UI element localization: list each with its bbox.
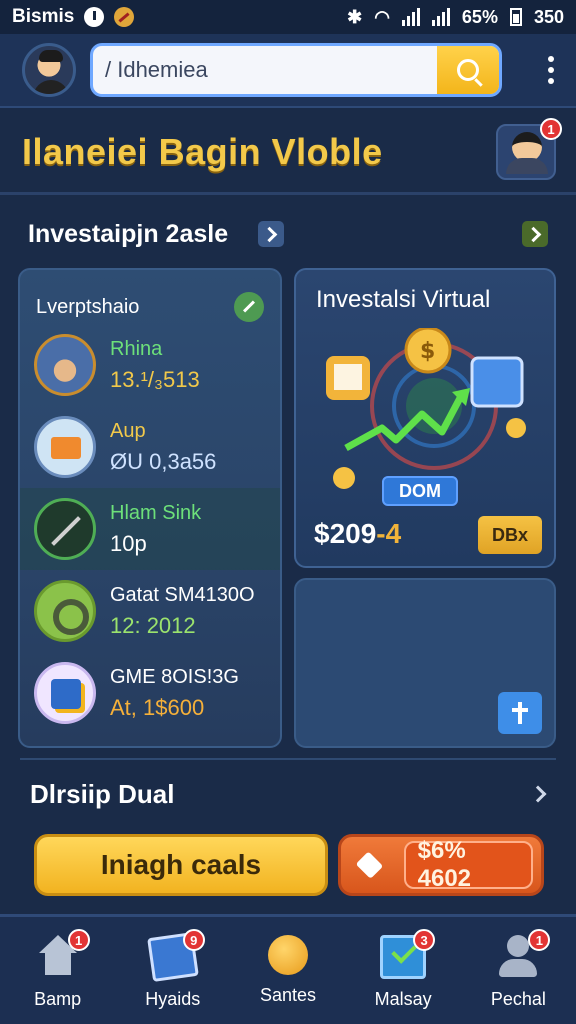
primary-action-button[interactable]: Iniagh caals <box>34 834 328 896</box>
virtual-amount-suffix: -4 <box>376 518 402 549</box>
list-item-name: Aup <box>110 419 146 442</box>
gear-icon <box>34 580 96 642</box>
list-item-name: Gatat SM4130O <box>110 583 255 606</box>
search-input[interactable]: / Idhemiea <box>93 57 437 83</box>
divider <box>20 758 556 760</box>
nav-badge: 3 <box>413 929 436 951</box>
secondary-action-button[interactable]: $6% 4602 <box>338 834 544 896</box>
nav-label: Bamp <box>34 989 82 1009</box>
bottom-navigation: 1 Bamp 9 Hyaids Santes 3 Malsay 1 Pechal <box>0 914 576 1024</box>
investment-illustration: $ <box>326 328 526 489</box>
list-item-value: ØU 0,3a56 <box>110 448 217 474</box>
virtual-amount-main: $209 <box>314 518 377 549</box>
nav-label: Hyaids <box>145 989 201 1009</box>
list-item[interactable]: Gatat SM4130O 12: 2012 <box>20 570 280 652</box>
add-button[interactable] <box>498 692 542 734</box>
list-item-name: Rhina <box>110 337 163 360</box>
treasure-box-icon <box>34 662 96 724</box>
nav-item-santes[interactable]: Santes <box>238 935 338 1006</box>
virtual-amount: $209-4 <box>314 518 401 550</box>
more-menu-icon[interactable] <box>548 56 554 84</box>
status-app-name: Bismis <box>12 6 75 27</box>
dom-chip[interactable]: DOM <box>382 476 458 506</box>
game-notification-icon <box>114 7 135 27</box>
edit-icon[interactable] <box>234 292 264 322</box>
list-item-value: 12: 2012 <box>110 612 196 638</box>
nav-label: Malsay <box>374 989 432 1009</box>
virtual-investment-title: Investalsi Virtual <box>316 286 491 313</box>
virtual-investment-card[interactable]: Investalsi Virtual $ DOM $209-4 DBx <box>294 268 556 568</box>
chevron-right-green-icon[interactable] <box>522 221 548 247</box>
status-time: 350 <box>533 6 564 27</box>
list-item-value: 10p <box>110 530 147 556</box>
section-dual-title: Dlrsiip Dual <box>30 778 175 809</box>
battery-icon <box>509 8 522 26</box>
profile-notification-badge: 1 <box>540 118 562 140</box>
empty-slot-card <box>294 578 556 748</box>
mail-icon <box>34 416 96 478</box>
nav-item-hyaids[interactable]: 9 Hyaids <box>123 929 223 1010</box>
title-row: Ilaneiei Bagin Vloble 1 <box>22 118 562 184</box>
battery-percent: 65% <box>461 6 498 27</box>
nav-item-malsay[interactable]: 3 Malsay <box>353 929 453 1010</box>
bluetooth-icon: ✱ <box>347 6 363 27</box>
portfolio-card: Lverptshaio Rhina 13.¹/₃513 Aup ØU 0,3a5… <box>18 268 282 748</box>
divider <box>0 192 576 195</box>
app-header: / Idhemiea <box>0 34 576 108</box>
user-avatar[interactable] <box>22 43 76 97</box>
nav-badge: 9 <box>182 929 205 951</box>
ball-icon <box>267 935 308 975</box>
list-item[interactable]: Rhina 13.¹/₃513 <box>20 324 280 406</box>
section-dual-header[interactable]: Dlrsiip Dual <box>30 774 550 814</box>
clock-notification-icon <box>84 7 105 27</box>
search-button[interactable] <box>437 46 499 94</box>
people-icon <box>34 334 96 396</box>
pen-icon <box>34 498 96 560</box>
search-icon <box>457 59 479 81</box>
wifi-icon: ◠ <box>374 6 390 27</box>
nav-label: Pechal <box>490 989 546 1009</box>
list-item-name: Hlam Sink <box>110 501 202 524</box>
signal-2-icon <box>431 8 450 26</box>
list-item-value: 13.¹/₃513 <box>110 366 200 392</box>
chevron-right-icon[interactable] <box>258 221 285 247</box>
page-title: Ilaneiei Bagin Vloble <box>22 131 383 172</box>
nav-label: Santes <box>259 985 316 1005</box>
list-item-value: At, 1$600 <box>110 694 205 720</box>
nav-item-pechal[interactable]: 1 Pechal <box>468 929 568 1010</box>
list-item-name: GME 8OIS!3G <box>110 665 239 688</box>
section-investments-header: Investaipjn 2asle <box>28 214 548 254</box>
profile-button[interactable]: 1 <box>496 118 562 180</box>
tag-icon <box>355 851 383 879</box>
secondary-amount: $6% 4602 <box>403 837 533 892</box>
list-item[interactable]: GME 8OIS!3G At, 1$600 <box>20 652 280 734</box>
status-bar: Bismis ✱ ◠ 65% 350 <box>0 0 576 34</box>
dbx-button[interactable]: DBx <box>478 516 542 554</box>
section-investments-title: Investaipjn 2asle <box>28 219 229 248</box>
portfolio-card-title: Lverptshaio <box>36 295 140 318</box>
profile-body-icon <box>506 158 548 174</box>
nav-badge: 1 <box>67 929 90 951</box>
nav-item-home[interactable]: 1 Bamp <box>8 929 108 1010</box>
search-bar[interactable]: / Idhemiea <box>90 43 502 97</box>
svg-text:$: $ <box>420 339 435 364</box>
signal-icon <box>401 8 420 26</box>
nav-badge: 1 <box>528 929 551 951</box>
list-item[interactable]: Aup ØU 0,3a56 <box>20 406 280 488</box>
list-item[interactable]: Hlam Sink 10p <box>20 488 280 570</box>
chevron-right-icon[interactable] <box>529 785 547 803</box>
